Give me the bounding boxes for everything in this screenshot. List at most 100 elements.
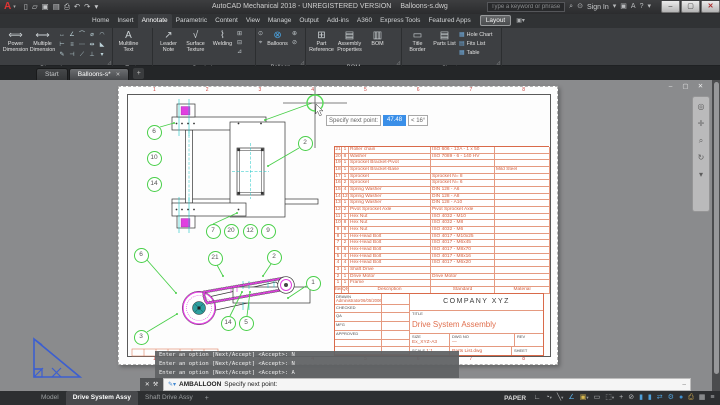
save-as-icon[interactable]: ▤ [53,0,60,14]
file-tab-start[interactable]: Start [36,68,68,80]
ribbon-tab-layout[interactable]: Layout [480,15,512,26]
selection-cycling-icon[interactable]: ⬚▾ [603,391,617,405]
file-tab-balloons-s-[interactable]: Balloons-s*✕ [69,68,130,80]
qat-dropdown-icon[interactable]: ▾ [94,0,98,14]
ribbon-tab-content[interactable]: Content [211,14,242,28]
chain-dimension-icon[interactable]: ⋯ [77,40,87,50]
osnap-icon[interactable]: ▣▾ [577,391,591,405]
feature-control-frame-icon[interactable]: ⊞ [237,30,242,38]
hole-chart-button[interactable]: ▦Hole Chart [459,30,492,39]
isodraft-icon[interactable]: ◔▾ [543,391,555,405]
app-menu-arrow-icon[interactable]: ▾ [13,4,16,10]
dimension-edit-icon[interactable]: ✎ [57,50,67,60]
paper-space-button[interactable]: PAPER [504,395,526,402]
balloon-21[interactable]: 21 [208,251,223,266]
remove-balloon-icon[interactable]: ⊘ [292,39,297,47]
ribbon-tab-insert[interactable]: Insert [113,14,137,28]
plot-icon[interactable]: ⎙ [64,0,70,14]
symmetric-dimension-icon[interactable]: ⇹ [87,40,97,50]
dynamic-input-value[interactable]: 47.48 [383,115,406,126]
undo-icon[interactable]: ↶ [74,0,80,14]
balloon-2[interactable]: 2 [298,136,313,151]
crosshair-icon[interactable]: + [617,391,626,405]
multiline-text-button[interactable]: AMultiline Text [115,29,142,63]
surface-texture-button[interactable]: √Surface Texture [182,29,209,63]
welding-button[interactable]: ⌇Welding [209,29,236,63]
command-customize-icon[interactable]: ⚒ [153,381,158,388]
balloon-2[interactable]: 2 [267,250,282,265]
multiple-dimension-button[interactable]: ⟷Multiple Dimension [29,29,56,63]
redo-icon[interactable]: ↷ [84,0,90,14]
zoom-icon[interactable]: ⌕ [699,136,703,145]
oblique-dimension-icon[interactable]: ⟋ [77,50,87,60]
ribbon-tab-view[interactable]: View [242,14,264,28]
dimension-break-icon[interactable]: ⊣ [67,50,77,60]
drawing-restore-button[interactable]: ▢ [679,82,692,91]
datum-identifier-icon[interactable]: ⊟ [237,39,242,47]
customization-icon[interactable]: ≡ [708,391,717,405]
bom-table[interactable]: 211Roller chainISO 606 - 12A - 1 x 50208… [334,146,549,294]
ribbon-tab-featured-apps[interactable]: Featured Apps [424,14,474,28]
taper-symbol-icon[interactable]: ⊿ [237,48,242,56]
arc-dimension-icon[interactable]: ⌒ [77,30,87,40]
workspace-icon[interactable]: ⚙ [665,391,676,405]
dialog-launcher-icon[interactable]: ◿ [108,60,111,65]
dialog-launcher-icon[interactable]: ◿ [301,60,304,65]
signin-dropdown-icon[interactable]: ▾ [613,0,617,14]
balloons-button[interactable]: ⊗Balloons [264,29,291,63]
vertical-scrollbar[interactable] [712,80,720,391]
balloon-1[interactable]: 1 [306,276,321,291]
drawing-sheet[interactable]: 12345678 12345678 [118,86,558,365]
drawing-close-button[interactable]: ✕ [694,82,707,91]
lineweight-icon[interactable]: ▭ [591,391,603,405]
dimension-style-icon[interactable]: ▾ [97,50,107,60]
autodesk-share-icon[interactable]: A [631,0,636,14]
polar-tracking-icon[interactable]: ∠ [566,391,577,405]
ribbon-tab-a360[interactable]: A360 [353,14,376,28]
ribbon-display-toggle-icon[interactable]: ▣▾ [516,14,525,28]
save-icon[interactable]: ▣ [42,0,49,14]
pan-icon[interactable]: ✛ [698,119,705,128]
assembly-properties-button[interactable]: ▤Assembly Properties [336,29,363,63]
drawing-area[interactable]: 12345678 12345678 [0,80,720,391]
new-file-icon[interactable]: ▯ [24,0,28,14]
orbit-icon[interactable]: ↻ [698,153,705,162]
app-menu-button[interactable]: A [4,0,11,14]
balloon-3[interactable]: 3 [134,330,149,345]
new-layout-button[interactable]: + [200,395,214,402]
clean-screen-icon[interactable]: ▦ [696,391,708,405]
balloon-6[interactable]: 6 [147,125,162,140]
annotation-monitor-icon[interactable]: ● [676,391,685,405]
baseline-dimension-icon[interactable]: ≡ [67,40,77,50]
balloon-9[interactable]: 9 [261,224,276,239]
steering-wheel-icon[interactable]: ◎ [698,102,705,111]
snap-icon[interactable]: ∟ [531,391,543,405]
balloon-5[interactable]: 5 [239,316,254,331]
balloon-10[interactable]: 10 [147,151,162,166]
search-go-icon[interactable]: ⌕ [569,0,573,14]
command-input[interactable]: ✎▾ AMBALLOON Specify next point: ‒ [163,378,691,391]
navigation-bar[interactable]: ◎ ✛ ⌕ ↻ ▾ [692,96,710,212]
help-dropdown-icon[interactable]: ▾ [647,0,651,14]
table-button[interactable]: ▦Table [459,48,492,57]
balloon-7[interactable]: 7 [206,224,221,239]
parts-list-button[interactable]: ▤Parts List [431,29,458,63]
plot-tray-icon[interactable]: ⎙ [686,391,697,405]
layout-tab-model[interactable]: Model [34,391,66,405]
ribbon-tab-annotate[interactable]: Annotate [138,14,172,28]
help-icon[interactable]: ? [640,0,644,14]
balloon-12[interactable]: 12 [243,224,258,239]
autoscale-icon[interactable]: ▮ [645,391,654,405]
balloon-6[interactable]: 6 [134,248,149,263]
search-input[interactable] [487,2,565,12]
title-border-button[interactable]: ▭Title Border [404,29,431,63]
layout-tab-drive-system-assy[interactable]: Drive System Assy [66,391,138,405]
chamfer-dimension-icon[interactable]: ◣ [97,40,107,50]
part-reference-button[interactable]: ⊞Part Reference [308,29,335,63]
bom-button[interactable]: ▥BOM [364,29,391,63]
balloon-14[interactable]: 14 [147,177,162,192]
restore-button[interactable]: ▢ [681,1,700,13]
ribbon-tab-parametric[interactable]: Parametric [172,14,211,28]
command-close-icon[interactable]: ✕ [145,381,150,388]
dialog-launcher-icon[interactable]: ◿ [397,60,400,65]
